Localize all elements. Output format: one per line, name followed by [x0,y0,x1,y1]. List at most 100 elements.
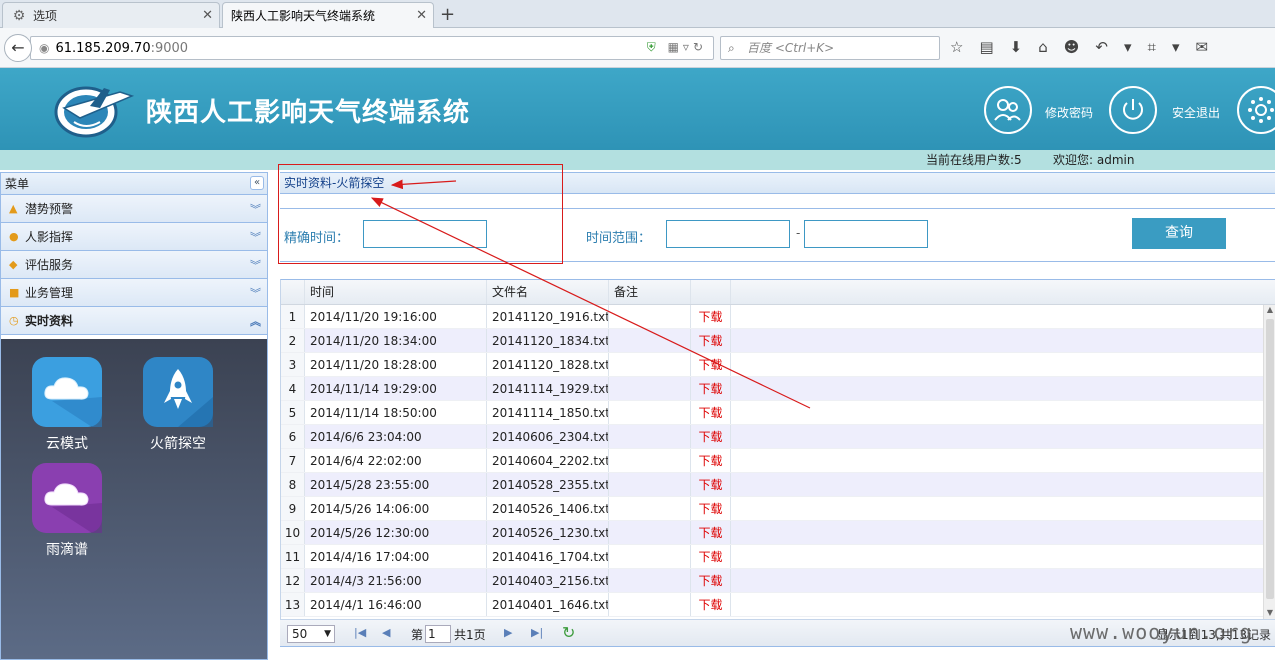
app-label-cloud-model: 云模式 [46,436,88,452]
close-tab-icon[interactable]: ✕ [416,8,427,23]
clock-icon: ◷ [9,313,19,327]
table-row[interactable]: 8 2014/5/28 23:55:00 20140528_2355.txt 下载 [281,473,1265,497]
next-page-icon[interactable]: ▶ [504,626,512,639]
download-link[interactable]: 下载 [691,401,731,424]
download-link[interactable]: 下载 [691,305,731,328]
download-link[interactable]: 下载 [691,473,731,496]
sidebar-item-label: 评估服务 [25,258,74,272]
power-icon-button[interactable] [1109,86,1157,134]
page-size-select[interactable]: 50 ▼ [287,625,335,643]
settings-icon-button[interactable] [1237,86,1275,134]
back-button[interactable]: ← [4,34,32,62]
cell-filename: 20141120_1916.txt [487,305,609,328]
globe-icon: ◉ [39,41,50,55]
cell-filename: 20140528_2355.txt [487,473,609,496]
close-tab-icon[interactable]: ✕ [202,8,213,23]
download-link[interactable]: 下载 [691,353,731,376]
download-link[interactable]: 下载 [691,425,731,448]
shield-icon[interactable]: ⛨ [647,40,660,54]
page-size-value: 50 [292,627,308,641]
cloud-model-icon[interactable] [32,357,102,427]
range-start-input[interactable] [666,220,790,248]
scroll-up-icon[interactable]: ▲ [1264,305,1275,317]
dropdown-icon[interactable]: ▾ [1124,38,1132,58]
chevron-down-icon: ︾ [250,259,261,272]
new-tab-button[interactable]: + [440,4,455,25]
last-page-icon[interactable]: ▶| [531,626,543,639]
column-header-note[interactable]: 备注 [609,280,691,304]
sidebar-item-assessment[interactable]: ◆ 评估服务 ︾ [1,251,267,279]
cell-filename: 20141120_1834.txt [487,329,609,352]
cell-filename: 20140526_1230.txt [487,521,609,544]
table-row[interactable]: 1 2014/11/20 19:16:00 20141120_1916.txt 下载 [281,305,1265,329]
page-number-input[interactable]: 1 [425,625,451,643]
app-label-raindrop: 雨滴谱 [46,542,88,558]
sidebar-header: 菜单 « [1,173,267,195]
app-label-rocket: 火箭探空 [150,436,206,452]
table-row[interactable]: 7 2014/6/4 22:02:00 20140604_2202.txt 下载 [281,449,1265,473]
table-row[interactable]: 6 2014/6/6 23:04:00 20140606_2304.txt 下载 [281,425,1265,449]
reading-list-icon[interactable]: ▤ [979,38,993,58]
query-button[interactable]: 查询 [1132,218,1226,249]
logout-link[interactable]: 安全退出 [1172,104,1220,121]
dropdown-icon[interactable]: ▿ [683,40,693,54]
page-prefix: 第 [411,628,424,642]
table-row[interactable]: 5 2014/11/14 18:50:00 20141114_1850.txt 下载 [281,401,1265,425]
download-link[interactable]: 下载 [691,329,731,352]
download-link[interactable]: 下载 [691,569,731,592]
download-link[interactable]: 下载 [691,593,731,616]
table-row[interactable]: 9 2014/5/26 14:06:00 20140526_1406.txt 下载 [281,497,1265,521]
qr-icon[interactable]: ▦ [668,40,683,54]
tab-label: 陕西人工影响天气终端系统 [231,9,376,23]
chat-icon[interactable]: ✉ [1195,38,1208,58]
table-row[interactable]: 2 2014/11/20 18:34:00 20141120_1834.txt 下载 [281,329,1265,353]
cell-filename: 20140526_1406.txt [487,497,609,520]
table-row[interactable]: 3 2014/11/20 18:28:00 20141120_1828.txt 下载 [281,353,1265,377]
bookmark-star-icon[interactable]: ☆ [950,38,963,58]
column-header-filename[interactable]: 文件名 [487,280,609,304]
rocket-icon[interactable] [143,357,213,427]
scroll-thumb[interactable] [1266,319,1274,599]
crop-icon[interactable]: ⌗ [1148,38,1156,58]
table-row[interactable]: 4 2014/11/14 19:29:00 20141114_1929.txt 下载 [281,377,1265,401]
table-row[interactable]: 13 2014/4/1 16:46:00 20140401_1646.txt 下载 [281,593,1265,617]
home-icon[interactable]: ⌂ [1038,38,1048,58]
download-link[interactable]: 下载 [691,521,731,544]
download-link[interactable]: 下载 [691,449,731,472]
url-bar[interactable]: ◉ 61.185.209.70 :9000 ⛨ ▦▿↻ [30,36,714,60]
raindrop-icon[interactable] [32,463,102,533]
undo-icon[interactable]: ↶ [1095,38,1108,58]
dropdown-icon[interactable]: ▾ [1172,38,1180,58]
browser-tab-options[interactable]: ⚙ 选项 ✕ [2,2,220,28]
table-row[interactable]: 11 2014/4/16 17:04:00 20140416_1704.txt 下载 [281,545,1265,569]
prev-page-icon[interactable]: ◀ [382,626,390,639]
browser-tab-system[interactable]: 陕西人工影响天气终端系统 ✕ [222,2,434,28]
smiley-icon[interactable]: ☻ [1064,38,1080,58]
bell-icon: ▲ [9,201,18,215]
scroll-down-icon[interactable]: ▼ [1264,608,1275,619]
download-icon[interactable]: ⬇ [1010,38,1023,58]
change-password-link[interactable]: 修改密码 [1045,104,1093,121]
download-link[interactable]: 下载 [691,545,731,568]
pin-icon: ● [9,229,19,243]
reload-icon[interactable]: ↻ [693,40,707,54]
user-icon-button[interactable] [984,86,1032,134]
range-end-input[interactable] [804,220,928,248]
collapse-icon[interactable]: « [250,176,264,190]
search-input[interactable]: ⌕ 百度 <Ctrl+K> [720,36,940,60]
sidebar-item-command[interactable]: ● 人影指挥 ︾ [1,223,267,251]
vertical-scrollbar[interactable]: ▲ ▼ [1263,305,1275,619]
table-row[interactable]: 10 2014/5/26 12:30:00 20140526_1230.txt 下载 [281,521,1265,545]
watermark: www.wooyun.org [1070,620,1253,644]
cell-filename: 20141114_1850.txt [487,401,609,424]
download-link[interactable]: 下载 [691,377,731,400]
column-header-time[interactable]: 时间 [305,280,487,304]
download-link[interactable]: 下载 [691,497,731,520]
sidebar-item-realtime[interactable]: ◷ 实时资料 ︽ [1,307,267,335]
sidebar-item-warning[interactable]: ▲ 潜势预警 ︾ [1,195,267,223]
first-page-icon[interactable]: |◀ [354,626,366,639]
table-row[interactable]: 12 2014/4/3 21:56:00 20140403_2156.txt 下载 [281,569,1265,593]
refresh-icon[interactable]: ↻ [562,623,575,642]
chevron-down-icon: ︾ [250,231,261,244]
sidebar-item-business[interactable]: ■ 业务管理 ︾ [1,279,267,307]
